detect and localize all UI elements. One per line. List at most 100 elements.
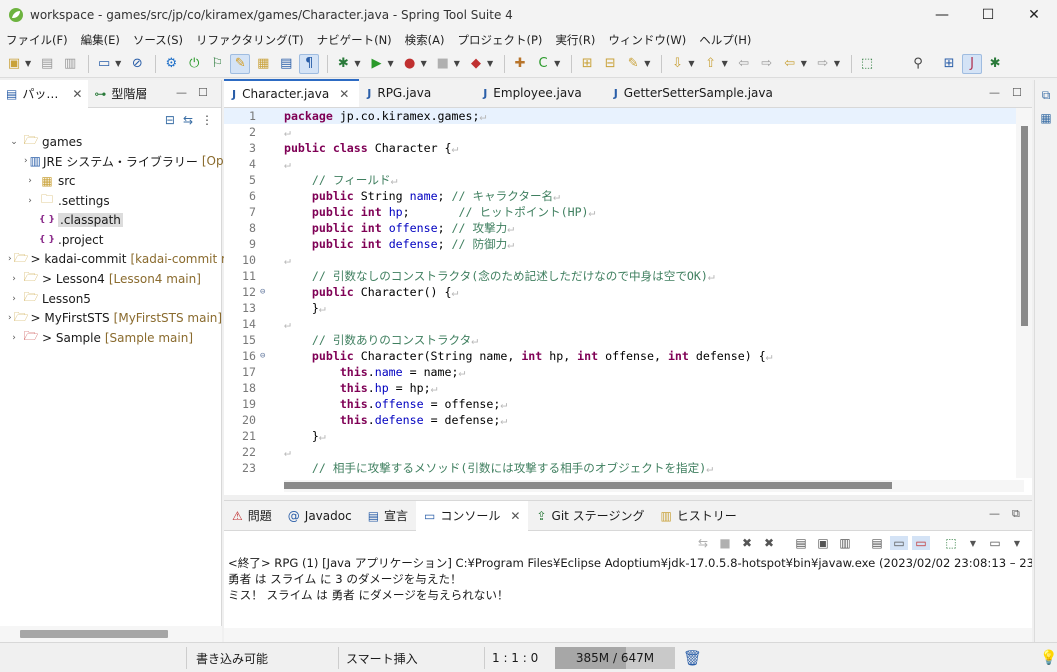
code-line[interactable]: 17 this.name = name;↵ — [224, 364, 1024, 380]
code-line[interactable]: 11 // 引数なしのコンストラクタ(念のため記述しただけなので中身は空でOK)… — [224, 268, 1024, 284]
forward-icon[interactable]: ⇨ — [813, 54, 833, 74]
close-icon[interactable]: ✕ — [510, 509, 520, 523]
power-icon[interactable]: ⏻ — [184, 54, 204, 74]
fold-toggle-icon[interactable]: ⊖ — [260, 348, 270, 364]
back-icon[interactable]: ⇦ — [780, 54, 800, 74]
restore-console-icon[interactable]: ⧉ — [1012, 507, 1020, 521]
code-line[interactable]: 8 public int offense; // 攻撃力↵ — [224, 220, 1024, 236]
collapse-all-icon[interactable]: ⊟ — [165, 113, 175, 127]
code-line[interactable]: 12 ⊖ public Character() {↵ — [224, 284, 1024, 300]
tree-item[interactable]: › 🗁 > MyFirstSTS [MyFirstSTS main] — [0, 308, 222, 328]
menu-search[interactable]: 検索(A) — [405, 32, 445, 48]
toggle-mark-occurrences-icon[interactable]: ⚐ — [207, 54, 227, 74]
code-line[interactable]: 2 ↵ — [224, 124, 1024, 140]
show-on-stderr-icon[interactable]: ▭ — [912, 536, 930, 550]
maximize-panel-icon[interactable]: ☐ — [198, 86, 208, 99]
tab-git-staging[interactable]: ⇪ Git ステージング — [528, 501, 652, 531]
word-wrap-icon[interactable]: ▥ — [836, 536, 854, 550]
tab-employee-java[interactable]: J Employee.java — [475, 79, 605, 107]
code-line[interactable]: 14 ↵ — [224, 316, 1024, 332]
stop-icon[interactable]: ■ — [433, 54, 453, 74]
last-edit-forward-icon[interactable]: ⇨ — [757, 54, 777, 74]
open-perspective-icon[interactable]: ⊞ — [939, 54, 959, 74]
new-class-dropdown-icon[interactable]: ▼ — [554, 59, 560, 68]
menu-edit[interactable]: 編集(E) — [81, 32, 120, 48]
code-line[interactable]: 13 }↵ — [224, 300, 1024, 316]
open-console-icon[interactable]: ▭ — [986, 536, 1004, 550]
new-java-class-icon[interactable]: C — [533, 54, 553, 74]
menu-help[interactable]: ヘルプ(H) — [699, 32, 751, 48]
tab-character-java[interactable]: J Character.java ✕ — [224, 79, 360, 107]
vertical-scrollbar[interactable] — [1016, 108, 1032, 478]
code-line[interactable]: 18 this.hp = hp;↵ — [224, 380, 1024, 396]
save-all-icon[interactable]: ▥ — [60, 54, 80, 74]
code-line[interactable]: 7 public int hp; // ヒットポイント(HP)↵ — [224, 204, 1024, 220]
block-selection-icon[interactable]: ▤ — [276, 54, 296, 74]
outline-icon[interactable]: ▦ — [1035, 111, 1057, 125]
tree-item[interactable]: ›▥JRE システム・ライブラリー[OpenJD — [0, 152, 251, 172]
remove-all-launches-icon[interactable]: ✖ — [760, 536, 778, 550]
code-line[interactable]: 4 ↵ — [224, 156, 1024, 172]
terminate-icon[interactable]: ■ — [716, 536, 734, 550]
code-line[interactable]: 21 }↵ — [224, 428, 1024, 444]
maximize-button[interactable]: ☐ — [965, 0, 1011, 30]
clear-console-icon[interactable]: ▤ — [792, 536, 810, 550]
new-java-package-icon[interactable]: ✚ — [510, 54, 530, 74]
pin-editor-icon[interactable]: ⬚ — [857, 54, 877, 74]
skip-breakpoints-icon[interactable]: ⊘ — [127, 54, 147, 74]
forward-dropdown-icon[interactable]: ▼ — [834, 59, 840, 68]
save-icon[interactable]: ▤ — [37, 54, 57, 74]
restore-icon[interactable]: ⧉ — [1035, 88, 1057, 103]
tab-problems[interactable]: ⚠ 問題 — [224, 501, 280, 531]
debug-perspective-icon[interactable]: ✱ — [985, 54, 1005, 74]
chevron-down-icon[interactable]: ⌄ — [8, 137, 20, 147]
code-line[interactable]: 10 ↵ — [224, 252, 1024, 268]
menu-project[interactable]: プロジェクト(P) — [458, 32, 543, 48]
tab-gettersettersample-java[interactable]: J GetterSetterSample.java — [606, 79, 783, 107]
pin-console-icon[interactable]: ⇆ — [694, 536, 712, 550]
code-editor[interactable]: 1 package jp.co.kiramex.games;↵ 2 ↵ 3 publ… — [224, 108, 1024, 478]
tree-item[interactable]: › 🗀 .settings — [0, 191, 221, 211]
tree-item[interactable]: › ▦ src — [0, 171, 221, 191]
minimize-editor-icon[interactable]: — — [989, 86, 1000, 99]
code-line[interactable]: 5 // フィールド↵ — [224, 172, 1024, 188]
highlight-icon[interactable]: ✎ — [230, 53, 251, 74]
console-output[interactable]: <終了> RPG (1) [Java アプリケーション] C:¥Program … — [224, 555, 1032, 603]
tab-javadoc[interactable]: @ Javadoc — [280, 501, 360, 531]
code-line[interactable]: 16 ⊖ public Character(String name, int hp… — [224, 348, 1024, 364]
debug-icon[interactable]: ✱ — [333, 54, 353, 74]
tree-item[interactable]: › 🗁 > kadai-commit [kadai-commit m — [0, 250, 233, 270]
show-on-output-icon[interactable]: ▤ — [868, 536, 886, 550]
coverage-dropdown-icon[interactable]: ▼ — [421, 59, 427, 68]
code-line[interactable]: 3 public class Character {↵ — [224, 140, 1024, 156]
menu-run[interactable]: 実行(R) — [555, 32, 595, 48]
tree-item[interactable]: ⌄ 🗁 games — [0, 132, 221, 152]
tab-history[interactable]: ▥ ヒストリー — [652, 501, 744, 531]
show-on-error-icon[interactable]: ▭ — [890, 536, 908, 550]
run-dropdown-icon[interactable]: ▼ — [387, 59, 393, 68]
show-whitespace-icon[interactable]: ¶ — [299, 53, 320, 74]
back-dropdown-icon[interactable]: ▼ — [801, 59, 807, 68]
tab-rpg-java[interactable]: J RPG.java — [359, 79, 475, 107]
chevron-right-icon[interactable]: › — [8, 294, 20, 304]
scroll-lock-icon[interactable]: ▣ — [814, 536, 832, 550]
debug-dropdown-icon[interactable]: ▼ — [354, 59, 360, 68]
link-with-editor-icon[interactable]: ⇆ — [183, 113, 193, 127]
display-console-dropdown-icon[interactable]: ▼ — [964, 539, 982, 548]
close-icon[interactable]: ✕ — [72, 87, 82, 101]
code-line[interactable]: 20 this.defense = defense;↵ — [224, 412, 1024, 428]
close-icon[interactable]: ✕ — [339, 87, 349, 101]
fold-toggle-icon[interactable]: ⊖ — [260, 284, 270, 300]
code-line[interactable]: 15 // 引数ありのコンストラクタ↵ — [224, 332, 1024, 348]
chevron-right-icon[interactable]: › — [24, 196, 36, 206]
external-tools-icon[interactable]: ◆ — [466, 54, 486, 74]
menu-navigate[interactable]: ナビゲート(N) — [317, 32, 392, 48]
display-console-icon[interactable]: ⬚ — [942, 536, 960, 550]
new-icon[interactable]: ▣ — [4, 54, 24, 74]
code-line[interactable]: 9 public int defense; // 防御力↵ — [224, 236, 1024, 252]
maximize-editor-icon[interactable]: ☐ — [1012, 86, 1022, 99]
tab-console[interactable]: ▭ コンソール ✕ — [416, 500, 529, 531]
tree-item[interactable]: { } .project — [0, 230, 221, 250]
chevron-right-icon[interactable]: › — [24, 156, 28, 166]
toggle-breadcrumb-icon[interactable]: ▦ — [253, 54, 273, 74]
